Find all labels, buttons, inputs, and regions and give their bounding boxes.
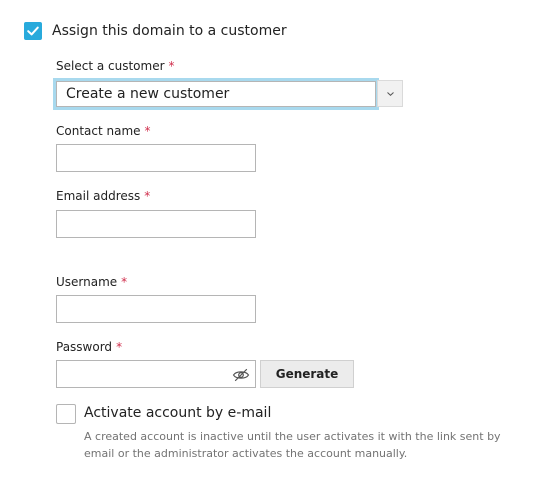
password-input[interactable] bbox=[56, 360, 256, 388]
assign-domain-checkbox[interactable] bbox=[24, 22, 42, 40]
chevron-down-icon bbox=[386, 91, 394, 96]
required-marker: * bbox=[168, 59, 175, 73]
checkmark-icon bbox=[27, 26, 39, 36]
password-label-text: Password bbox=[56, 340, 113, 354]
customer-field-label: Select a customer * bbox=[56, 59, 175, 73]
email-label-text: Email address bbox=[56, 189, 141, 203]
activate-by-email-checkbox[interactable] bbox=[56, 404, 76, 424]
contact-name-field-label: Contact name * bbox=[56, 124, 151, 138]
generate-button-label: Generate bbox=[275, 367, 339, 381]
contact-name-label-text: Contact name bbox=[56, 124, 141, 138]
activate-help-text: A created account is inactive until the … bbox=[84, 430, 501, 460]
eye-slash-icon bbox=[232, 368, 250, 382]
required-marker: * bbox=[144, 189, 151, 203]
generate-password-button[interactable]: Generate bbox=[260, 360, 354, 388]
email-field-label: Email address * bbox=[56, 189, 150, 203]
required-marker: * bbox=[121, 275, 128, 289]
assign-domain-label: Assign this domain to a customer bbox=[52, 23, 287, 39]
email-input[interactable] bbox=[56, 210, 256, 238]
customer-select-value: Create a new customer bbox=[66, 86, 230, 102]
customer-dropdown-button[interactable] bbox=[377, 80, 403, 107]
customer-select[interactable]: Create a new customer bbox=[56, 81, 376, 107]
required-marker: * bbox=[116, 340, 123, 354]
password-visibility-toggle[interactable] bbox=[232, 367, 250, 386]
password-field-label: Password * bbox=[56, 340, 122, 354]
activate-by-email-label: Activate account by e-mail bbox=[84, 405, 272, 421]
contact-name-input[interactable] bbox=[56, 144, 256, 172]
customer-label-text: Select a customer bbox=[56, 59, 165, 73]
required-marker: * bbox=[144, 124, 151, 138]
username-input[interactable] bbox=[56, 295, 256, 323]
username-field-label: Username * bbox=[56, 275, 127, 289]
username-label-text: Username bbox=[56, 275, 118, 289]
